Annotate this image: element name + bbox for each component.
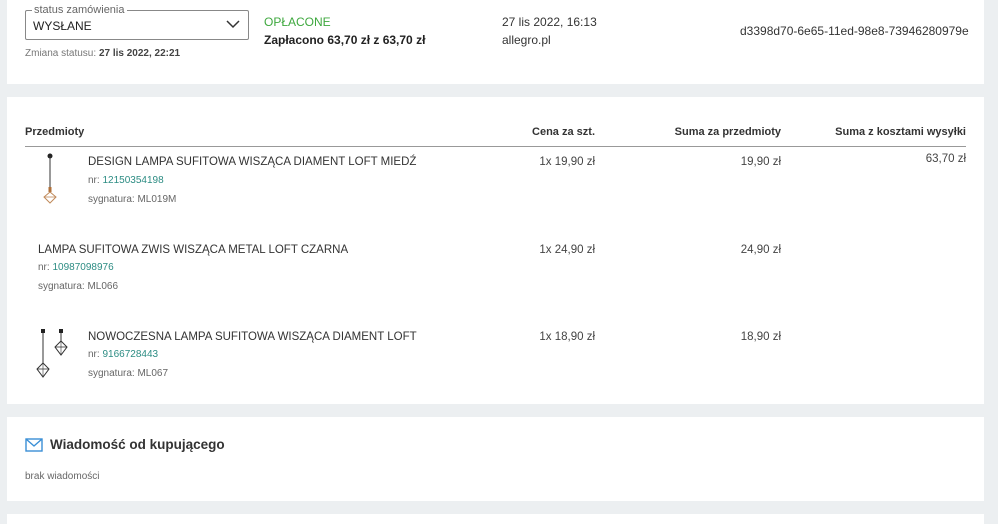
order-status-label: status zamówienia (32, 4, 127, 16)
item-number-label: nr: (88, 175, 100, 186)
item-sum: 19,90 zł (740, 156, 781, 168)
buyer-message-title: Wiadomość od kupującego (50, 437, 225, 452)
payment-amount: Zapłacono 63,70 zł z 63,70 zł (264, 33, 426, 47)
item-number: nr: 10987098976 (38, 262, 114, 273)
order-status-select[interactable]: status zamówienia WYSŁANE (25, 4, 249, 40)
item-name: LAMPA SUFITOWA ZWIS WISZĄCA METAL LOFT C… (38, 244, 349, 256)
item-sum: 24,90 zł (740, 244, 781, 256)
status-change-label: Zmiana statusu: (25, 48, 97, 59)
order-date: 27 lis 2022, 16:13 (502, 15, 597, 29)
item-name: DESIGN LAMPA SUFITOWA WISZĄCA DIAMENT LO… (88, 156, 417, 168)
item-unit-price: 1x 24,90 zł (539, 244, 595, 256)
header-items: Przedmioty (25, 126, 85, 138)
item-number-link[interactable]: 12150354198 (102, 175, 163, 186)
order-total-with-shipping: 63,70 zł (925, 153, 966, 165)
order-items-card: Przedmioty Cena za szt. Suma za przedmio… (7, 97, 984, 404)
status-change-info: Zmiana statusu: 27 lis 2022, 22:21 (25, 48, 180, 59)
item-unit-price: 1x 19,90 zł (539, 156, 595, 168)
status-change-date: 27 lis 2022, 22:21 (98, 48, 181, 59)
item-name: NOWOCZESNA LAMPA SUFITOWA WISZĄCA DIAMEN… (88, 331, 417, 343)
item-number: nr: 9166728443 (88, 349, 158, 360)
item-number-label: nr: (38, 262, 50, 273)
item-signature: sygnatura: ML019M (88, 194, 177, 205)
chevron-down-icon (226, 20, 240, 29)
payment-status: OPŁACONE (264, 15, 331, 29)
order-status-value: WYSŁANE (33, 19, 92, 33)
buyer-message-card: Wiadomość od kupującego brak wiadomości (7, 417, 984, 501)
order-id: d3398d70-6e65-11ed-98e8-73946280979e (740, 24, 969, 38)
header-unit-price: Cena za szt. (532, 126, 595, 138)
item-number-link[interactable]: 9166728443 (102, 349, 158, 360)
item-number-label: nr: (88, 349, 100, 360)
item-number-link[interactable]: 10987098976 (52, 262, 113, 273)
table-header-divider (25, 146, 966, 147)
lamp-thumbnail-icon[interactable] (35, 153, 65, 207)
item-number: nr: 12150354198 (88, 175, 164, 186)
order-marketplace: allegro.pl (502, 33, 551, 47)
item-unit-price: 1x 18,90 zł (539, 331, 595, 343)
order-summary-card: status zamówienia WYSŁANE Zmiana statusu… (7, 0, 984, 84)
next-section-card (7, 514, 984, 524)
header-items-total: Suma za przedmioty (674, 126, 781, 138)
buyer-message-body: brak wiadomości (25, 471, 100, 482)
item-signature: sygnatura: ML066 (38, 281, 119, 292)
envelope-icon (25, 438, 43, 452)
lamp-thumbnail-icon[interactable] (34, 327, 72, 381)
item-signature: sygnatura: ML067 (88, 368, 169, 379)
item-sum: 18,90 zł (740, 331, 781, 343)
header-total-with-shipping: Suma z kosztami wysyłki (835, 126, 966, 138)
